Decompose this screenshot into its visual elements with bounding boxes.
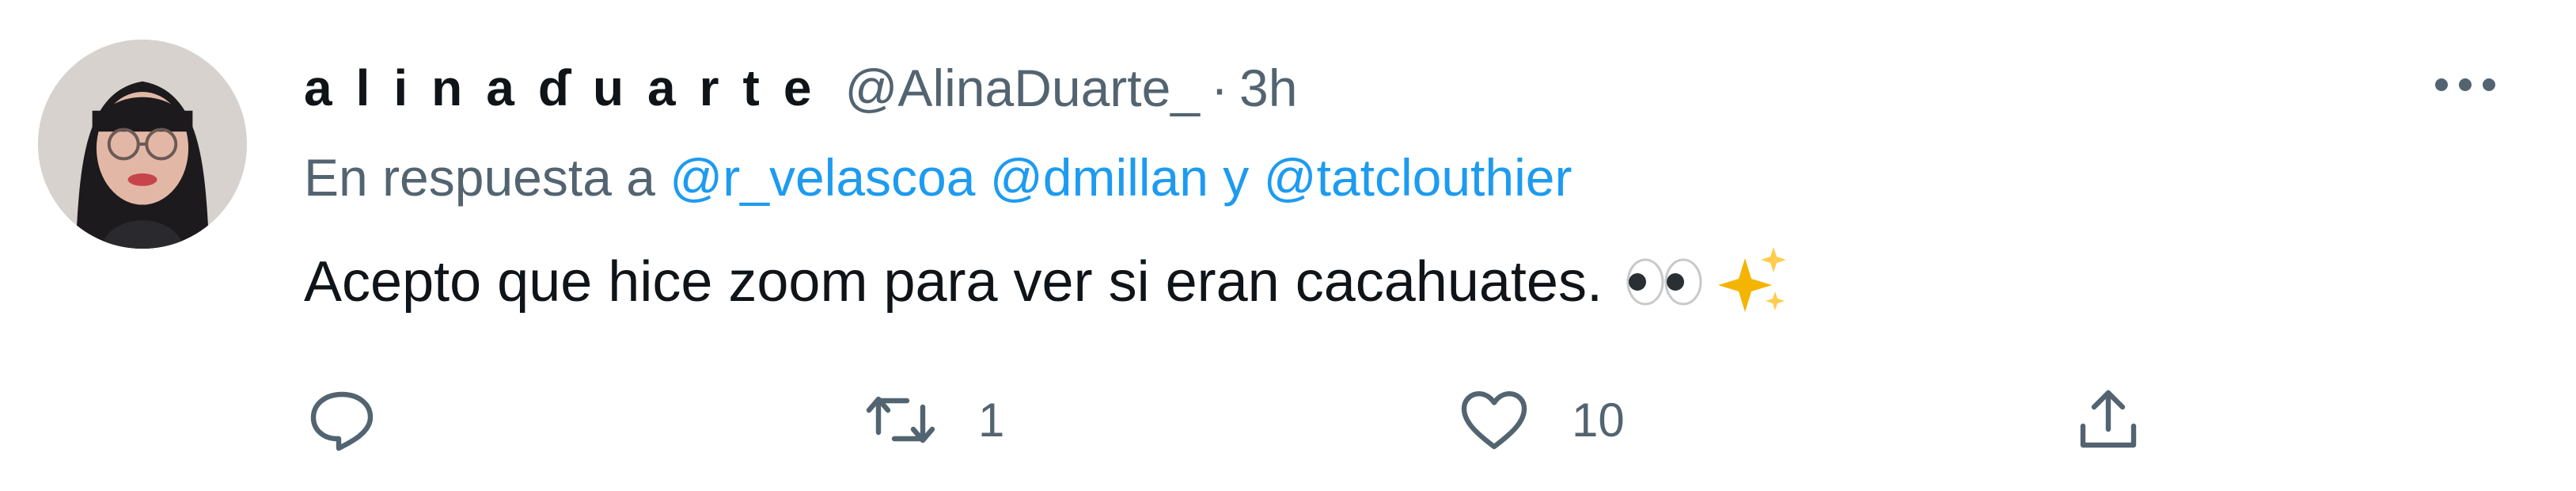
timestamp[interactable]: 3h bbox=[1239, 58, 1297, 118]
tweet-actions: 1 10 bbox=[0, 372, 2576, 467]
like-button[interactable]: 10 bbox=[1456, 372, 1625, 467]
retweet-button[interactable]: 1 bbox=[863, 372, 1004, 467]
mention-link[interactable]: @dmillan bbox=[990, 148, 1208, 207]
like-count: 10 bbox=[1572, 393, 1625, 447]
avatar[interactable] bbox=[38, 40, 247, 249]
mention-link[interactable]: @r_velascoa bbox=[670, 148, 975, 207]
reply-conjunction: y bbox=[1223, 148, 1250, 207]
tweet-card[interactable]: alinaɗuarte @AlinaDuarte_ · 3h En respue… bbox=[0, 0, 2576, 491]
tweet-body: Acepto que hice zoom para ver si eran ca… bbox=[304, 242, 1791, 322]
reply-prefix: En respuesta a bbox=[304, 148, 655, 207]
reply-context: En respuesta a @r_velascoa @dmillan y @t… bbox=[304, 147, 1572, 207]
reply-button[interactable] bbox=[304, 372, 419, 467]
share-button[interactable] bbox=[2070, 372, 2186, 467]
user-handle[interactable]: @AlinaDuarte_ bbox=[844, 58, 1200, 118]
more-dots-icon bbox=[2435, 78, 2495, 91]
share-icon bbox=[2080, 390, 2137, 448]
tweet-text: Acepto que hice zoom para ver si eran ca… bbox=[304, 250, 1603, 314]
retweet-icon bbox=[866, 396, 935, 443]
separator-dot: · bbox=[1211, 59, 1228, 117]
sparkles-emoji-icon bbox=[1717, 247, 1786, 312]
heart-icon bbox=[1461, 391, 1527, 450]
mention-link[interactable]: @tatclouthier bbox=[1264, 148, 1573, 207]
eyes-emoji-icon bbox=[1626, 258, 1702, 306]
profile-photo-icon bbox=[38, 40, 247, 249]
display-name[interactable]: alinaɗuarte bbox=[304, 59, 835, 117]
tweet-header: alinaɗuarte @AlinaDuarte_ · 3h bbox=[304, 52, 1297, 124]
reply-icon bbox=[310, 391, 374, 451]
retweet-count: 1 bbox=[978, 393, 1005, 447]
more-options-button[interactable] bbox=[2422, 57, 2509, 112]
